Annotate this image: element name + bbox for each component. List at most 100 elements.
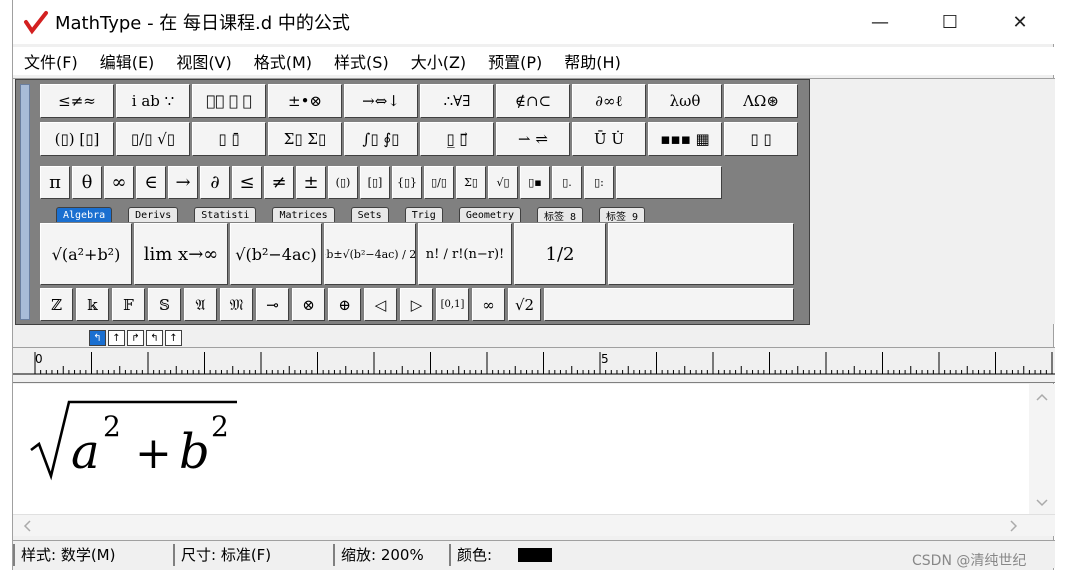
palette-misc-button[interactable]: ∂∞ℓ xyxy=(571,83,647,119)
symbol-fraktur-m[interactable]: 𝔐 xyxy=(219,287,254,322)
palette-scripts-button[interactable]: ▯ ▯̄ xyxy=(191,121,267,157)
equation-edit-area[interactable]: a 2 + b 2 xyxy=(13,384,1029,514)
horizontal-scrollbar[interactable] xyxy=(13,514,1055,536)
status-style[interactable]: 样式: 数学(M) xyxy=(13,543,173,566)
menu-format[interactable]: 格式(M) xyxy=(243,49,323,73)
tab-trig[interactable]: Trig xyxy=(404,207,443,222)
template-pythagoras[interactable]: √(a²+b²) xyxy=(39,222,133,286)
size-tab-4[interactable]: ↰ xyxy=(146,330,163,346)
ruler[interactable]: 0 5 xyxy=(13,347,1055,383)
palette-bars-button[interactable]: ▯̲ ▯⃗ xyxy=(419,121,495,157)
template-sum[interactable]: Σ▯ xyxy=(455,165,487,200)
menu-preferences[interactable]: 预置(P) xyxy=(477,49,553,73)
size-tab-5[interactable]: ↑ xyxy=(165,330,182,346)
template-discriminant[interactable]: √(b²−4ac) xyxy=(229,222,323,286)
tab-algebra[interactable]: Algebra xyxy=(56,207,113,222)
title-bar[interactable]: MathType - 在 每日课程.d 中的公式 — ☐ ✕ xyxy=(13,0,1055,44)
color-swatch[interactable] xyxy=(518,547,553,562)
symbol-oplus[interactable]: ⊕ xyxy=(327,287,362,322)
tab-matrices[interactable]: Matrices xyxy=(272,207,335,222)
palette-boxes-button[interactable]: ▯ ▯ xyxy=(723,121,799,157)
palette-integrals-button[interactable]: ∫▯ ∮▯ xyxy=(343,121,419,157)
template-sqrt[interactable]: √▯ xyxy=(487,165,519,200)
menu-size[interactable]: 大小(Z) xyxy=(400,49,477,73)
symbol-multimap[interactable]: ⊸ xyxy=(255,287,290,322)
template-subsup[interactable]: ▯: xyxy=(583,165,615,200)
close-button[interactable]: ✕ xyxy=(985,0,1055,44)
symbol-bar-empty-slot[interactable] xyxy=(615,165,723,200)
palette-labeled-arrows-button[interactable]: ⇀ ⇌ xyxy=(495,121,571,157)
scroll-left-icon[interactable] xyxy=(23,520,31,532)
symbol-double-z[interactable]: ℤ xyxy=(39,287,74,322)
palette-logic-button[interactable]: ∴∀∃ xyxy=(419,83,495,119)
scroll-down-icon[interactable] xyxy=(1036,499,1048,507)
menu-view[interactable]: 视图(V) xyxy=(165,49,242,73)
palette-embellishments-button[interactable]: ⓧ⃗ ⃗ ⃛ xyxy=(191,83,267,119)
template-empty-slot[interactable] xyxy=(607,222,795,286)
symbol-element-of[interactable]: ∈ xyxy=(135,165,167,200)
template-parens[interactable]: (▯) xyxy=(327,165,359,200)
symbol-infinity[interactable]: ∞ xyxy=(103,165,135,200)
tab-label-9[interactable]: 标签 9 xyxy=(599,207,646,223)
small-symbol-empty-slot[interactable] xyxy=(543,287,795,322)
size-tab-3[interactable]: ↱ xyxy=(127,330,144,346)
symbol-interval[interactable]: [0,1] xyxy=(435,287,470,322)
template-superscript[interactable]: ▯▪ xyxy=(519,165,551,200)
size-tab-2[interactable]: ↑ xyxy=(108,330,125,346)
scroll-right-icon[interactable] xyxy=(1010,520,1018,532)
symbol-pi[interactable]: π xyxy=(39,165,71,200)
palette-spaces-button[interactable]: ⅰ ab ∵ xyxy=(115,83,191,119)
tab-statistics[interactable]: Statisti xyxy=(194,207,257,222)
palette-sums-button[interactable]: Σ▯ Σ▯ xyxy=(267,121,343,157)
template-fraction[interactable]: ▯/▯ xyxy=(423,165,455,200)
palette-fences-button[interactable]: (▯) [▯] xyxy=(39,121,115,157)
palette-products-button[interactable]: Ū̇ U̇ xyxy=(571,121,647,157)
palette-operators-button[interactable]: ±•⊗ xyxy=(267,83,343,119)
template-one-half[interactable]: 1/2 xyxy=(513,222,607,286)
symbol-partial[interactable]: ∂ xyxy=(199,165,231,200)
symbol-neq[interactable]: ≠ xyxy=(263,165,295,200)
tab-label-8[interactable]: 标签 8 xyxy=(536,207,584,223)
status-size[interactable]: 尺寸: 标准(F) xyxy=(173,543,333,566)
palette-sets-button[interactable]: ∉∩⊂ xyxy=(495,83,571,119)
symbol-fraktur-a[interactable]: 𝔄 xyxy=(183,287,218,322)
symbol-double-s[interactable]: 𝕊 xyxy=(147,287,182,322)
template-brackets[interactable]: [▯] xyxy=(359,165,391,200)
palette-matrices-button[interactable]: ▪▪▪ ▦ xyxy=(647,121,723,157)
symbol-left-triangle[interactable]: ◁ xyxy=(363,287,398,322)
vertical-scrollbar[interactable] xyxy=(1029,384,1055,514)
symbol-theta[interactable]: θ xyxy=(71,165,103,200)
symbol-otimes[interactable]: ⊗ xyxy=(291,287,326,322)
toolbar-drag-handle[interactable] xyxy=(20,84,30,320)
symbol-right-triangle[interactable]: ▷ xyxy=(399,287,434,322)
menu-help[interactable]: 帮助(H) xyxy=(553,49,632,73)
menu-file[interactable]: 文件(F) xyxy=(13,49,89,73)
symbol-fraktur-f[interactable]: 𝔽 xyxy=(111,287,146,322)
minimize-button[interactable]: — xyxy=(845,0,915,44)
symbol-double-k[interactable]: 𝕜 xyxy=(75,287,110,322)
symbol-right-arrow[interactable]: → xyxy=(167,165,199,200)
palette-greek-lower-button[interactable]: λωθ xyxy=(647,83,723,119)
palette-fractions-button[interactable]: ▯/▯ √▯ xyxy=(115,121,191,157)
palette-relations-button[interactable]: ≤≠≈ xyxy=(39,83,115,119)
maximize-button[interactable]: ☐ xyxy=(915,0,985,44)
menu-style[interactable]: 样式(S) xyxy=(323,49,400,73)
tab-derivs[interactable]: Derivs xyxy=(128,207,179,222)
template-braces[interactable]: {▯} xyxy=(391,165,423,200)
template-quadratic-formula[interactable]: −b±√(b²−4ac) / 2a xyxy=(323,222,417,286)
menu-edit[interactable]: 编辑(E) xyxy=(89,49,166,73)
symbol-infinity-small[interactable]: ∞ xyxy=(471,287,506,322)
scroll-up-icon[interactable] xyxy=(1036,393,1048,401)
symbol-plusminus[interactable]: ± xyxy=(295,165,327,200)
palette-greek-upper-button[interactable]: ΛΩ⊛ xyxy=(723,83,799,119)
palette-arrows-button[interactable]: →⇔↓ xyxy=(343,83,419,119)
symbol-leq[interactable]: ≤ xyxy=(231,165,263,200)
size-tab-1[interactable]: ↰ xyxy=(89,330,106,346)
status-color[interactable]: 颜色: xyxy=(449,543,569,566)
template-subscript[interactable]: ▯. xyxy=(551,165,583,200)
status-zoom[interactable]: 缩放: 200% xyxy=(333,543,449,566)
template-limit[interactable]: lim x→∞ xyxy=(133,222,229,286)
tab-sets[interactable]: Sets xyxy=(350,207,389,222)
symbol-sqrt-2[interactable]: √2 xyxy=(507,287,542,322)
tab-geometry[interactable]: Geometry xyxy=(458,207,521,222)
